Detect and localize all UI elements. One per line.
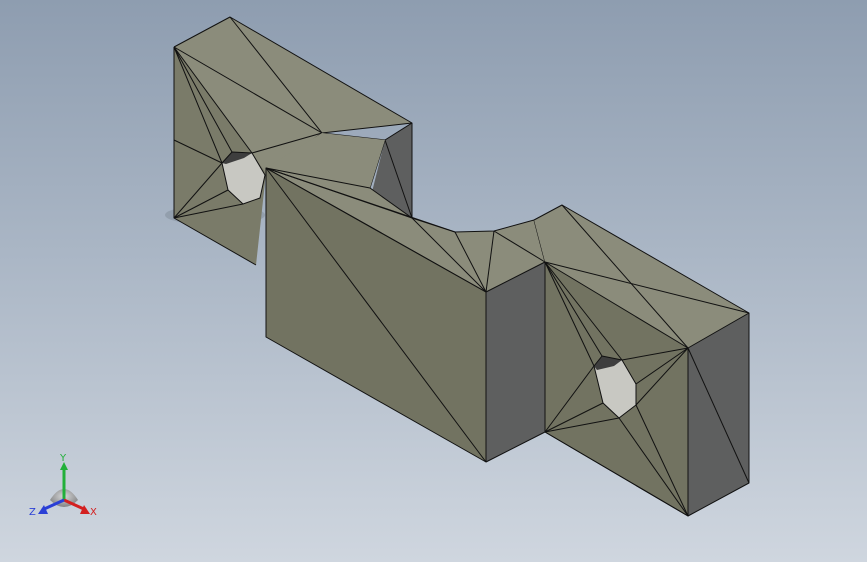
x-axis-label: X: [90, 507, 97, 518]
z-axis: Z: [29, 498, 65, 518]
y-axis-label: Y: [59, 453, 67, 464]
orientation-triad[interactable]: Y X Z: [0, 0, 867, 562]
3d-viewport[interactable]: Y X Z: [0, 0, 867, 562]
x-axis: X: [63, 498, 97, 518]
z-axis-label: Z: [29, 507, 36, 518]
